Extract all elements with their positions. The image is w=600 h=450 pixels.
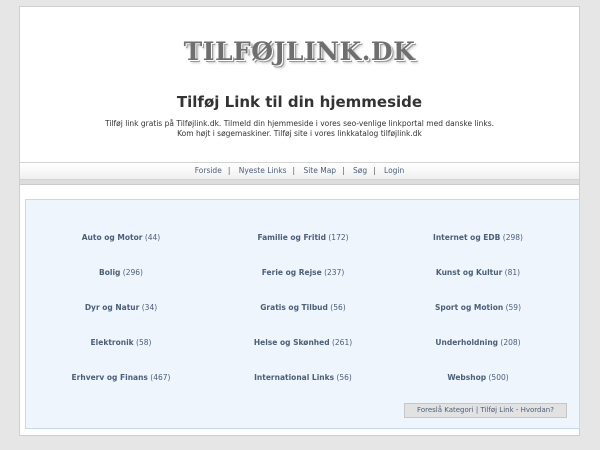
category-link[interactable]: Kunst og Kultur (81) [388, 268, 568, 278]
category-link[interactable]: Internet og EDB (298) [388, 233, 568, 243]
intro-line-1: Tilføj link gratis på Tilføjlink.dk. Til… [104, 119, 494, 128]
category-count: (58) [136, 338, 152, 347]
category-name[interactable]: Helse og Skønhed [254, 338, 330, 347]
category-count: (467) [150, 373, 171, 382]
nav-site-map[interactable]: Site Map [303, 166, 336, 175]
category-link[interactable]: Bolig (296) [31, 268, 211, 278]
suggest-category-link[interactable]: Foreslå Kategori [417, 406, 474, 414]
category-name[interactable]: Sport og Motion [435, 303, 503, 312]
category-link[interactable]: Helse og Skønhed (261) [213, 338, 393, 348]
category-name[interactable]: Gratis og Tilbud [260, 303, 328, 312]
category-name[interactable]: International Links [254, 373, 334, 382]
category-name[interactable]: Familie og Fritid [257, 233, 326, 242]
category-count: (261) [331, 338, 353, 347]
nav-nyeste-links[interactable]: Nyeste Links [239, 166, 287, 175]
nav-login[interactable]: Login [384, 166, 404, 175]
category-name[interactable]: Internet og EDB [433, 233, 500, 242]
category-name[interactable]: Dyr og Natur [85, 303, 140, 312]
category-count: (59) [505, 303, 521, 312]
category-count: (296) [122, 268, 143, 277]
category-link[interactable]: Erhverv og Finans (467) [31, 373, 211, 383]
category-name[interactable]: Auto og Motor [82, 233, 143, 242]
nav-forside[interactable]: Forside [195, 166, 222, 175]
category-link[interactable]: Gratis og Tilbud (56) [213, 303, 393, 313]
category-link[interactable]: International Links (56) [213, 373, 393, 383]
suggest-separator: | [475, 406, 479, 414]
main-nav: Forside | Nyeste Links | Site Map | Søg | Lo… [20, 162, 579, 180]
category-count: (237) [324, 268, 345, 277]
category-link[interactable]: Auto og Motor (44) [31, 233, 211, 243]
page-title: Tilføj Link til din hjemmeside [176, 93, 423, 111]
category-count: (56) [330, 303, 346, 312]
category-name[interactable]: Kunst og Kultur [436, 268, 502, 277]
category-count: (172) [328, 233, 349, 242]
category-name[interactable]: Ferie og Rejse [262, 268, 322, 277]
category-link[interactable]: Dyr og Natur (34) [31, 303, 211, 313]
category-link[interactable]: Webshop (500) [388, 373, 568, 383]
howto-link[interactable]: Tilføj Link - Hvordan? [480, 406, 554, 414]
intro-line-2: Kom højt i søgemaskiner. Tilføj site i v… [177, 129, 422, 138]
category-link[interactable]: Underholdning (208) [388, 338, 568, 348]
category-count: (44) [144, 233, 161, 242]
header: TILFØJLINK.DK Tilføj Link til din hjemme… [20, 7, 579, 162]
nav-separator: | [292, 166, 296, 175]
nav-separator: | [227, 166, 231, 175]
category-count: (56) [336, 373, 352, 382]
category-name[interactable]: Erhverv og Finans [72, 373, 148, 382]
category-panel: Auto og Motor (44) Familie og Fritid (17… [25, 199, 580, 429]
suggest-box: Foreslå Kategori | Tilføj Link - Hvordan… [404, 403, 567, 418]
category-count: (500) [488, 373, 509, 382]
intro-text: Tilføj link gratis på Tilføjlink.dk. Til… [20, 119, 579, 139]
category-name[interactable]: Underholdning [435, 338, 498, 347]
category-count: (298) [502, 233, 523, 242]
category-link[interactable]: Ferie og Rejse (237) [213, 268, 393, 278]
page-container: TILFØJLINK.DK Tilføj Link til din hjemme… [19, 6, 580, 436]
site-logo[interactable]: TILFØJLINK.DK [20, 39, 579, 65]
category-count: (81) [504, 268, 521, 277]
category-name[interactable]: Elektronik [91, 338, 134, 347]
nav-separator: | [342, 166, 345, 175]
divider-bar [20, 180, 579, 185]
nav-soeg[interactable]: Søg [353, 166, 367, 175]
category-count: (34) [141, 303, 158, 312]
category-link[interactable]: Sport og Motion (59) [388, 303, 568, 313]
category-link[interactable]: Familie og Fritid (172) [213, 233, 393, 243]
category-name[interactable]: Webshop [447, 373, 486, 382]
category-link[interactable]: Elektronik (58) [31, 338, 211, 348]
category-name[interactable]: Bolig [99, 268, 120, 277]
nav-separator: | [373, 166, 376, 175]
category-count: (208) [500, 338, 521, 347]
